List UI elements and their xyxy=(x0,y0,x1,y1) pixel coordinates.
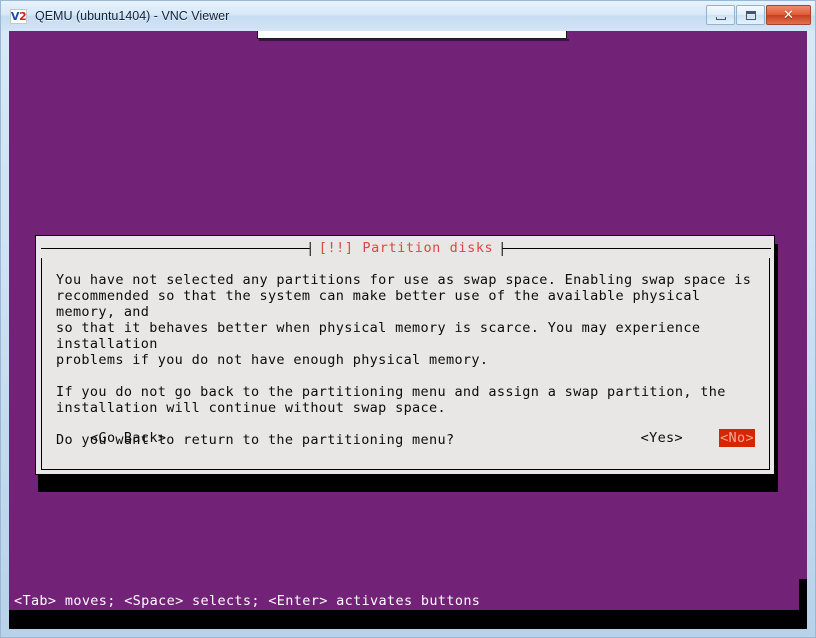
maximize-icon xyxy=(745,10,756,20)
vnc-floating-toolbar-shadow xyxy=(259,39,569,41)
go-back-button[interactable]: <Go Back> xyxy=(90,429,166,447)
dialog-title-bar: [!!] Partition disks xyxy=(41,240,771,258)
maximize-button[interactable] xyxy=(736,5,765,25)
dialog-button-row: <Go Back> <Yes> <No> xyxy=(56,429,755,447)
dialog-body: You have not selected any partitions for… xyxy=(41,258,770,470)
yes-button[interactable]: <Yes> xyxy=(641,429,683,447)
window-controls: ✕ xyxy=(706,5,811,25)
screen-bottom-band xyxy=(9,610,807,629)
vnc-viewer-window: V2 QEMU (ubuntu1404) - VNC Viewer ✕ [!!]… xyxy=(0,0,816,638)
window-title: QEMU (ubuntu1404) - VNC Viewer xyxy=(35,9,230,23)
screen-right-band xyxy=(799,579,807,629)
dialog-title: [!!] Partition disks xyxy=(318,240,494,257)
partition-disks-dialog: [!!] Partition disks You have not select… xyxy=(35,235,775,475)
logo-letter-2: 2 xyxy=(18,9,27,23)
minimize-icon xyxy=(715,16,726,20)
vnc-viewer-logo-icon: V2 xyxy=(10,8,27,24)
dialog-paragraph-1: You have not selected any partitions for… xyxy=(56,272,752,368)
dialog-title-container: [!!] Partition disks xyxy=(309,240,503,258)
vnc-remote-screen[interactable]: [!!] Partition disks You have not select… xyxy=(9,31,807,629)
vnc-floating-toolbar[interactable] xyxy=(257,31,567,39)
window-title-bar: V2 QEMU (ubuntu1404) - VNC Viewer ✕ xyxy=(1,1,815,31)
close-button[interactable]: ✕ xyxy=(766,5,811,25)
no-button[interactable]: <No> xyxy=(719,429,755,447)
logo-letter-v: V xyxy=(10,9,20,23)
close-icon: ✕ xyxy=(783,7,794,23)
dialog-paragraph-2: If you do not go back to the partitionin… xyxy=(56,384,726,416)
minimize-button[interactable] xyxy=(706,5,735,25)
installer-status-line: <Tab> moves; <Space> selects; <Enter> ac… xyxy=(14,593,481,609)
